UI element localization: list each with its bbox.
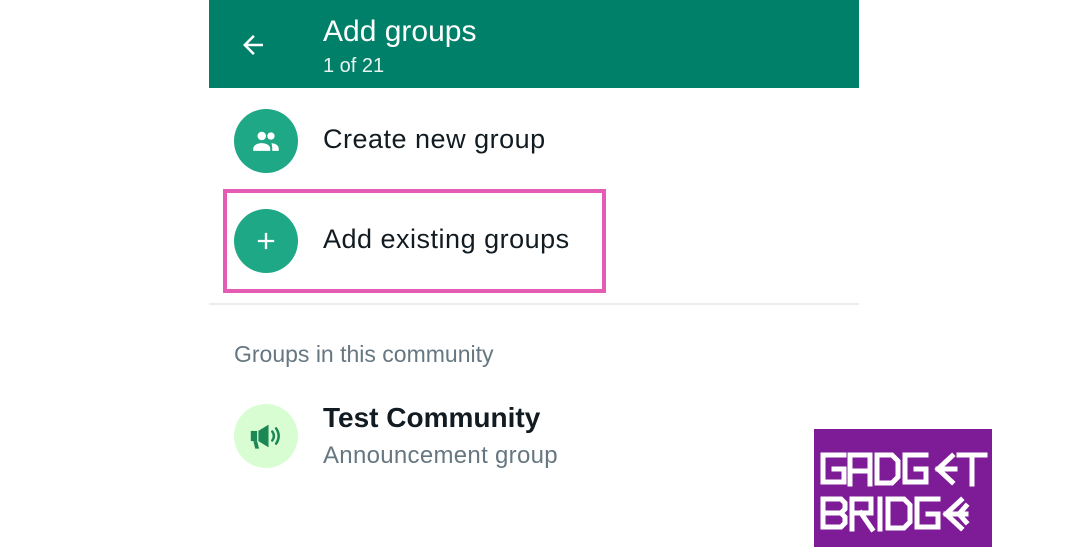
back-button[interactable] <box>227 22 279 68</box>
community-subtitle: Announcement group <box>323 442 558 469</box>
page-subtitle: 1 of 21 <box>323 55 385 77</box>
page-title: Add groups <box>323 15 477 48</box>
logo-wordmark <box>820 452 988 533</box>
add-existing-groups-row[interactable]: Add existing groups <box>209 191 859 291</box>
group-icon <box>253 131 279 151</box>
section-header: Groups in this community <box>234 341 494 367</box>
add-existing-avatar <box>234 209 298 273</box>
add-groups-screen: Add groups 1 of 21 Create new group Add … <box>209 0 859 559</box>
add-existing-groups-label: Add existing groups <box>323 224 570 254</box>
gadget-bridge-logo <box>814 429 992 547</box>
announcement-avatar <box>234 404 298 468</box>
create-new-group-row[interactable]: Create new group <box>209 90 859 190</box>
community-group-row[interactable] <box>209 385 859 485</box>
arrow-back-icon <box>243 35 263 55</box>
create-new-group-label: Create new group <box>323 124 546 154</box>
divider <box>209 303 859 305</box>
create-group-avatar <box>234 109 298 173</box>
app-bar: Add groups 1 of 21 <box>209 0 859 88</box>
megaphone-icon <box>250 424 280 449</box>
community-title: Test Community <box>323 402 541 433</box>
plus-icon <box>257 232 275 250</box>
screenshot: Add groups 1 of 21 Create new group Add … <box>0 0 1068 559</box>
